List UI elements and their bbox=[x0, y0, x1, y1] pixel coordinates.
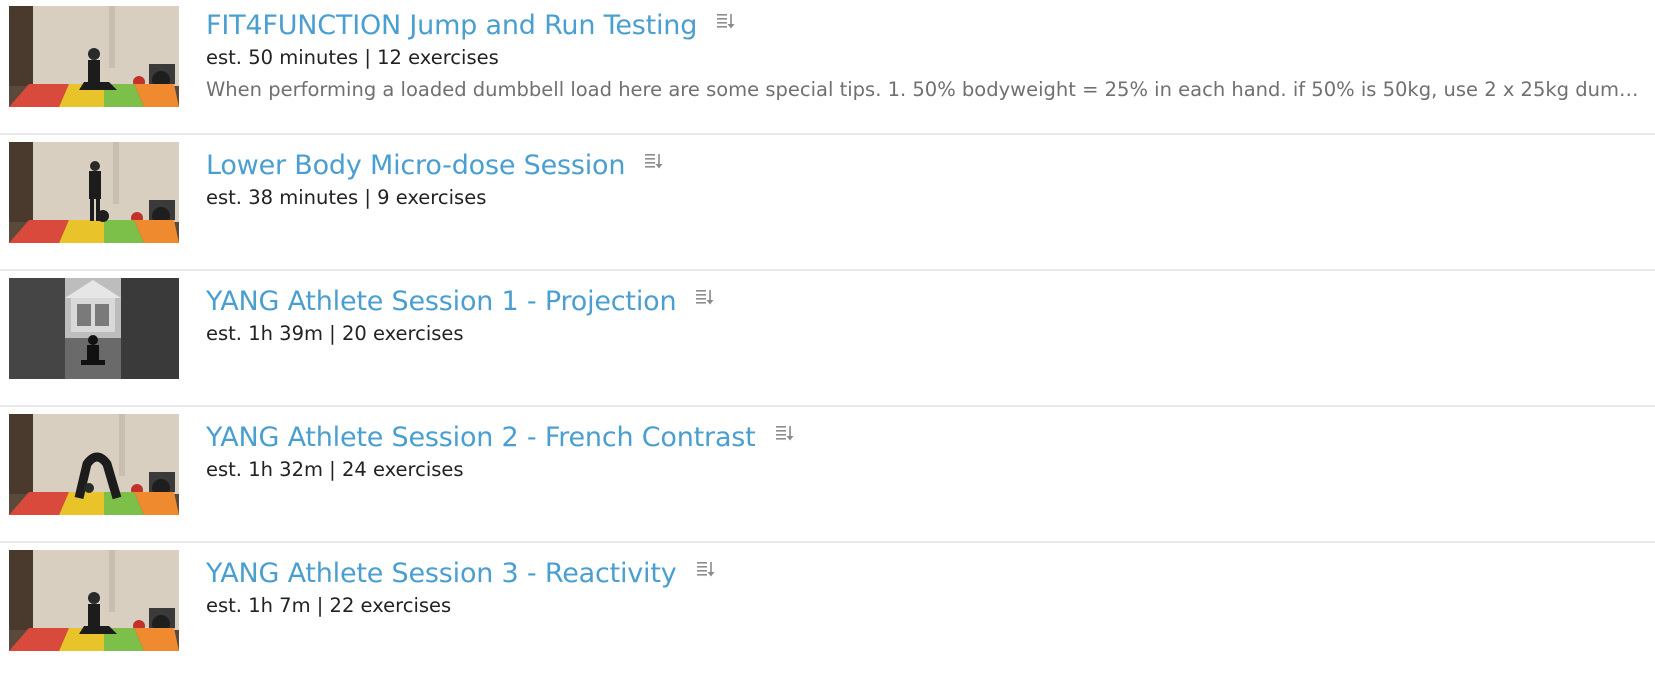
session-row[interactable]: YANG Athlete Session 1 - Projection est.… bbox=[0, 272, 1655, 407]
sort-list-icon[interactable] bbox=[775, 423, 795, 443]
session-row[interactable]: Lower Body Micro-dose Session est. 38 mi… bbox=[0, 136, 1655, 271]
session-thumbnail[interactable] bbox=[9, 6, 179, 107]
session-description: When performing a loaded dumbbell load h… bbox=[206, 78, 1646, 101]
sort-list-icon[interactable] bbox=[696, 559, 716, 579]
session-thumbnail[interactable] bbox=[9, 550, 179, 651]
session-row[interactable]: YANG Athlete Session 2 - French Contrast… bbox=[0, 408, 1655, 543]
sort-list-icon[interactable] bbox=[644, 151, 664, 171]
thumbnail-image bbox=[9, 6, 179, 107]
session-thumbnail[interactable] bbox=[9, 142, 179, 243]
session-thumbnail[interactable] bbox=[9, 414, 179, 515]
thumbnail-image bbox=[9, 414, 179, 515]
sort-list-icon[interactable] bbox=[695, 287, 715, 307]
session-title-link[interactable]: FIT4FUNCTION Jump and Run Testing bbox=[206, 10, 697, 41]
session-meta: est. 1h 7m | 22 exercises bbox=[206, 594, 452, 617]
session-title-link[interactable]: YANG Athlete Session 3 - Reactivity bbox=[206, 558, 677, 589]
session-meta: est. 1h 39m | 20 exercises bbox=[206, 322, 464, 345]
session-row[interactable]: FIT4FUNCTION Jump and Run Testing est. 5… bbox=[0, 0, 1655, 135]
thumbnail-image bbox=[9, 142, 179, 243]
session-meta: est. 50 minutes | 12 exercises bbox=[206, 46, 499, 69]
session-thumbnail[interactable] bbox=[9, 278, 179, 379]
sort-list-icon[interactable] bbox=[716, 11, 736, 31]
session-title-link[interactable]: YANG Athlete Session 1 - Projection bbox=[206, 286, 677, 317]
thumbnail-image bbox=[9, 550, 179, 651]
thumbnail-image bbox=[9, 278, 179, 379]
session-meta: est. 1h 32m | 24 exercises bbox=[206, 458, 464, 481]
session-title-link[interactable]: YANG Athlete Session 2 - French Contrast bbox=[206, 422, 756, 453]
session-meta: est. 38 minutes | 9 exercises bbox=[206, 186, 487, 209]
session-list: FIT4FUNCTION Jump and Run Testing est. 5… bbox=[0, 0, 1655, 673]
session-title-link[interactable]: Lower Body Micro-dose Session bbox=[206, 150, 625, 181]
session-row[interactable]: YANG Athlete Session 3 - Reactivity est.… bbox=[0, 544, 1655, 673]
